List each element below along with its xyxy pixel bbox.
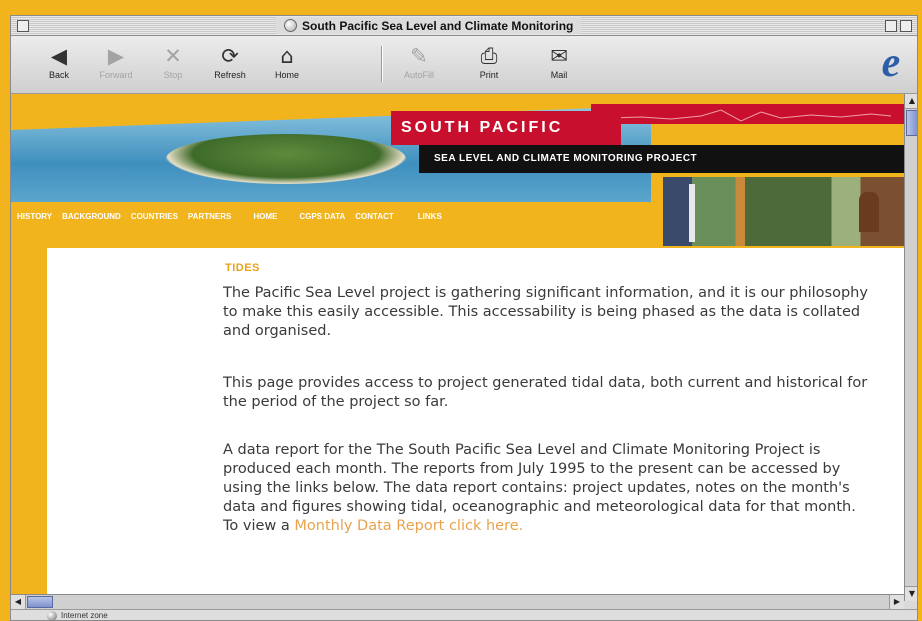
forward-arrow-icon: ▶ [107,44,125,68]
toolbar-separator [381,46,383,82]
monthly-report-link[interactable]: Monthly Data Report click here. [294,518,523,534]
printer-icon: ⎙ [480,44,498,68]
window-title: South Pacific Sea Level and Climate Moni… [302,18,574,33]
home-button[interactable]: ⌂ Home [257,44,317,80]
globe-icon [284,19,297,32]
title-bar[interactable]: South Pacific Sea Level and Climate Moni… [11,16,917,36]
site-banner: SOUTH PACIFIC SEA LEVEL AND CLIMATE MONI… [11,94,904,246]
intro-paragraph: The Pacific Sea Level project is gatheri… [223,285,868,339]
refresh-icon: ⟳ [221,44,239,68]
collapse-box-button[interactable] [900,20,912,32]
report-paragraph: A data report for the The South Pacific … [223,441,873,536]
nav-partners[interactable]: PARTNERS [188,212,231,221]
mail-button[interactable]: ✉ Mail [529,44,589,80]
nav-home[interactable]: HOME [253,212,277,221]
browser-window: South Pacific Sea Level and Climate Moni… [10,15,918,621]
horizontal-scrollbar[interactable]: ◀ ▶ [11,594,904,609]
scroll-left-arrow-icon[interactable]: ◀ [11,595,26,609]
security-zone-label: Internet zone [61,611,108,620]
ie-logo-icon: e [881,40,901,86]
horizontal-scroll-thumb[interactable] [27,596,53,608]
print-button[interactable]: ⎙ Print [459,44,519,80]
main-content: TIDES The Pacific Sea Level project is g… [47,248,904,594]
window-title-group: South Pacific Sea Level and Climate Moni… [276,17,582,34]
page-viewport: SOUTH PACIFIC SEA LEVEL AND CLIMATE MONI… [11,94,904,594]
status-bar: Internet zone [11,609,917,620]
tide-gauge-post-image [689,184,695,242]
stop-icon: ✕ [164,44,182,68]
tide-graph-decoration [611,109,891,122]
zoom-box-button[interactable] [885,20,897,32]
forward-button[interactable]: ▶ Forward [86,44,146,80]
back-button[interactable]: ◀ Back [29,44,89,80]
nav-background[interactable]: BACKGROUND [62,212,121,221]
autofill-icon: ✎ [410,44,428,68]
browser-toolbar: ◀ Back ▶ Forward ✕ Stop ⟳ Refresh ⌂ Home… [11,36,917,94]
nav-countries[interactable]: COUNTRIES [131,212,178,221]
nav-cgps-data[interactable]: CGPS DATA [299,212,345,221]
nav-contact[interactable]: CONTACT [355,212,394,221]
banner-subtitle: SEA LEVEL AND CLIMATE MONITORING PROJECT [419,145,904,173]
vertical-scrollbar[interactable]: ▲ ▼ [904,94,917,601]
site-nav: HISTORY BACKGROUND COUNTRIES PARTNERS HO… [17,212,452,221]
mail-icon: ✉ [550,44,568,68]
access-paragraph: This page provides access to project gen… [223,375,868,410]
globe-icon [47,611,57,620]
vertical-scroll-thumb[interactable] [906,110,917,136]
refresh-button[interactable]: ⟳ Refresh [200,44,260,80]
close-box-button[interactable] [17,20,29,32]
stop-button[interactable]: ✕ Stop [143,44,203,80]
island-image [166,134,406,184]
home-icon: ⌂ [280,44,294,68]
nav-history[interactable]: HISTORY [17,212,52,221]
scroll-down-arrow-icon[interactable]: ▼ [905,586,917,601]
back-arrow-icon: ◀ [50,44,68,68]
surveyor-image [859,192,879,232]
scroll-up-arrow-icon[interactable]: ▲ [905,94,917,109]
nav-links[interactable]: LINKS [418,212,442,221]
banner-title: SOUTH PACIFIC [391,111,621,145]
page-heading: TIDES [225,262,260,274]
scroll-right-arrow-icon[interactable]: ▶ [889,595,904,609]
autofill-button[interactable]: ✎ AutoFill [389,44,449,80]
